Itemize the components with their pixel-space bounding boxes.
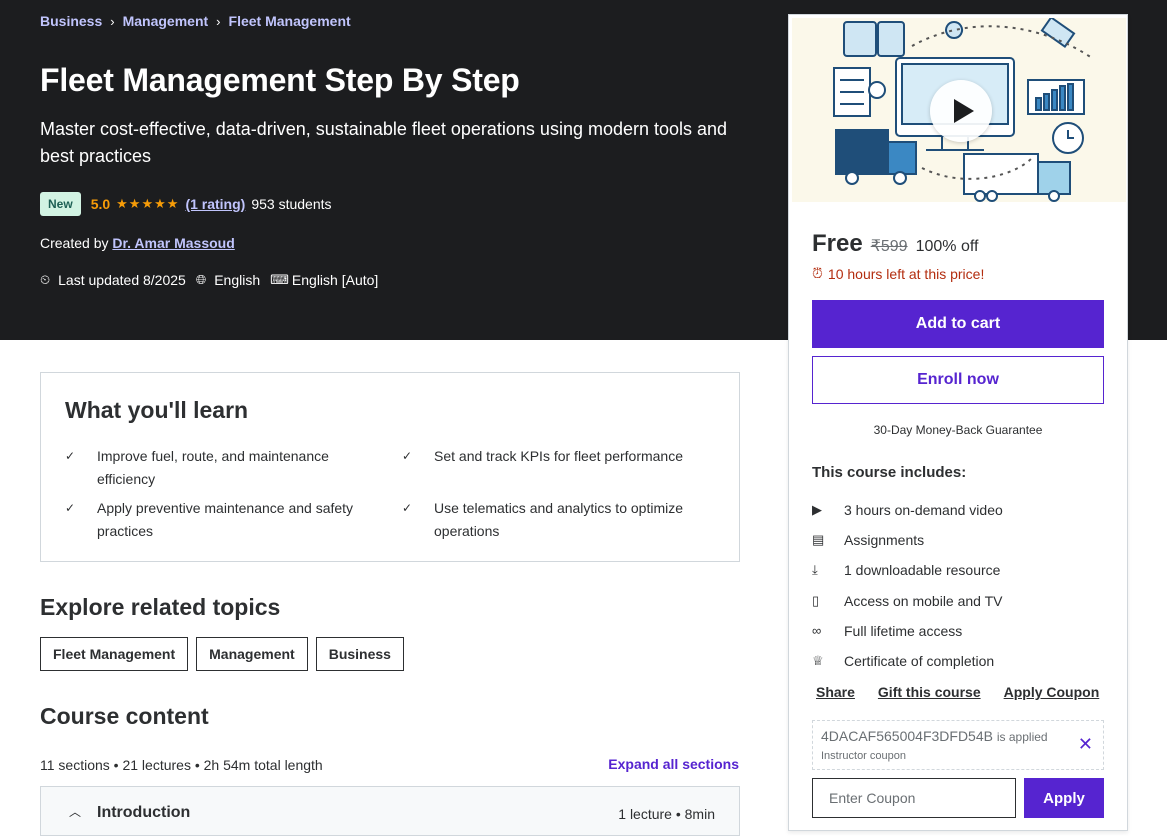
learn-item: ✓ Apply preventive maintenance and safety…	[65, 497, 355, 542]
remove-coupon-icon[interactable]: ✕	[1078, 734, 1093, 755]
section-title: Introduction	[97, 804, 191, 821]
sidebar-links: Share Gift this course Apply Coupon	[816, 684, 1099, 700]
include-label: Full lifetime access	[844, 622, 963, 639]
check-icon: ✓	[402, 501, 413, 515]
list-item: ♕ Certificate of completion	[812, 646, 1003, 676]
breadcrumb: Business › Management › Fleet Management	[40, 13, 351, 29]
breadcrumb-management[interactable]: Management	[123, 13, 209, 29]
globe-icon: 🌐︎	[195, 272, 207, 287]
expand-all-sections-button[interactable]: Expand all sections	[608, 756, 739, 772]
learn-item: ✓ Set and track KPIs for fleet performanc…	[402, 445, 692, 468]
topic-business[interactable]: Business	[315, 637, 404, 671]
created-label: Created by	[40, 235, 109, 251]
video-icon: ▶	[812, 502, 822, 518]
created-by: Created by Dr. Amar Massoud	[40, 235, 235, 251]
alert-badge-icon: ⏲	[40, 272, 51, 287]
list-item: ▶ 3 hours on-demand video	[812, 495, 1003, 525]
gift-course-button[interactable]: Gift this course	[878, 684, 981, 700]
what-you-learn-box: What you'll learn ✓ Improve fuel, route, …	[40, 372, 740, 562]
learn-item-text: Use telematics and analytics to optimize…	[434, 500, 683, 539]
mobile-icon: ▯	[812, 592, 820, 608]
list-item: ▤ Assignments	[812, 525, 1003, 555]
chevron-right-icon: ›	[216, 13, 221, 29]
course-content-stats: 11 sections • 21 lectures • 2h 54m total…	[40, 757, 323, 773]
coupon-type: Instructor coupon	[821, 750, 906, 762]
time-left-text: 10 hours left at this price!	[827, 265, 985, 282]
topic-management[interactable]: Management	[196, 637, 308, 671]
breadcrumb-fleet-management[interactable]: Fleet Management	[229, 13, 351, 29]
chevron-up-icon: ︿	[69, 805, 82, 819]
course-meta: ⏲ Last updated 8/2025 🌐︎ English ⌨ English …	[40, 272, 388, 288]
alarm-clock-icon: ⏰︎	[812, 265, 823, 281]
related-topics-title: Explore related topics	[40, 594, 281, 620]
course-subtitle: Master cost-effective, data-driven, sust…	[40, 119, 728, 166]
related-topics: Fleet Management Management Business	[40, 637, 404, 671]
assignment-icon: ▤	[812, 532, 825, 548]
last-updated: Last updated 8/2025	[58, 272, 186, 288]
learn-item: ✓ Improve fuel, route, and maintenance ef…	[65, 445, 355, 490]
topic-fleet-management[interactable]: Fleet Management	[40, 637, 189, 671]
includes-title: This course includes:	[812, 464, 967, 481]
share-button[interactable]: Share	[816, 684, 855, 700]
includes-list: ▶ 3 hours on-demand video ▤ Assignments ⤓ 1…	[812, 495, 1003, 676]
include-label: 3 hours on-demand video	[844, 502, 1003, 519]
download-file-icon: ⤓	[812, 562, 818, 578]
course-preview[interactable]	[792, 18, 1126, 202]
coupon-applied-text: is applied	[996, 730, 1048, 744]
list-item: ∞ Full lifetime access	[812, 616, 1003, 646]
add-to-cart-button[interactable]: Add to cart	[812, 300, 1104, 348]
purchase-sidebar: Free ₹599 100% off ⏰︎ 10 hours left at t…	[788, 14, 1128, 831]
coupon-code: 4DACAF565004F3DFD54B is applied	[821, 728, 1048, 744]
discount-percent: 100% off	[915, 238, 979, 255]
original-price: ₹599	[870, 238, 908, 255]
new-badge: New	[40, 192, 81, 216]
include-label: Access on mobile and TV	[844, 592, 1003, 609]
coupon-code-text: 4DACAF565004F3DFD54B	[821, 728, 993, 744]
section-introduction[interactable]: ︿ Introduction 1 lecture • 8min	[40, 786, 740, 836]
infinity-icon: ∞	[812, 623, 822, 639]
course-captions: English [Auto]	[291, 272, 379, 288]
section-meta: 1 lecture • 8min	[618, 806, 715, 822]
closed-captions-icon: ⌨	[270, 272, 289, 287]
check-icon: ✓	[65, 501, 76, 515]
learn-item-text: Apply preventive maintenance and safety …	[97, 500, 354, 539]
applied-coupon: 4DACAF565004F3DFD54B is applied Instruct…	[812, 720, 1104, 770]
play-icon[interactable]	[930, 80, 992, 142]
include-label: 1 downloadable resource	[844, 562, 1001, 579]
rating-count-link[interactable]: (1 rating)	[185, 196, 245, 212]
chevron-right-icon: ›	[110, 13, 115, 29]
apply-coupon-button[interactable]: Apply	[1024, 778, 1104, 818]
rating-value: 5.0	[90, 196, 111, 212]
price-row: Free ₹599 100% off	[812, 230, 978, 258]
instructor-link[interactable]: Dr. Amar Massoud	[112, 235, 234, 251]
current-price: Free	[812, 230, 863, 257]
time-left: ⏰︎ 10 hours left at this price!	[812, 265, 984, 282]
trophy-icon: ♕	[812, 653, 824, 669]
rating-row: New 5.0 ★★★★★ (1 rating) 953 students	[40, 192, 332, 216]
breadcrumb-business[interactable]: Business	[40, 13, 102, 29]
list-item: ⤓ 1 downloadable resource	[812, 555, 1003, 585]
include-label: Assignments	[844, 532, 925, 549]
course-content-title: Course content	[40, 703, 209, 729]
learn-item: ✓ Use telematics and analytics to optimiz…	[402, 497, 692, 542]
star-rating-icon: ★★★★★	[116, 196, 180, 211]
what-you-learn-title: What you'll learn	[65, 397, 249, 423]
money-back-guarantee: 30-Day Money-Back Guarantee	[873, 423, 1043, 437]
learn-item-text: Set and track KPIs for fleet performance	[434, 448, 684, 464]
check-icon: ✓	[402, 449, 413, 463]
course-language: English	[214, 272, 261, 288]
coupon-input[interactable]	[812, 778, 1016, 818]
apply-coupon-link[interactable]: Apply Coupon	[1004, 684, 1100, 700]
include-label: Certificate of completion	[844, 653, 995, 670]
learn-item-text: Improve fuel, route, and maintenance eff…	[97, 448, 329, 487]
enroll-now-button[interactable]: Enroll now	[812, 356, 1104, 404]
course-title: Fleet Management Step By Step	[40, 62, 520, 98]
check-icon: ✓	[65, 449, 76, 463]
list-item: ▯ Access on mobile and TV	[812, 586, 1003, 616]
student-count: 953 students	[251, 196, 332, 212]
